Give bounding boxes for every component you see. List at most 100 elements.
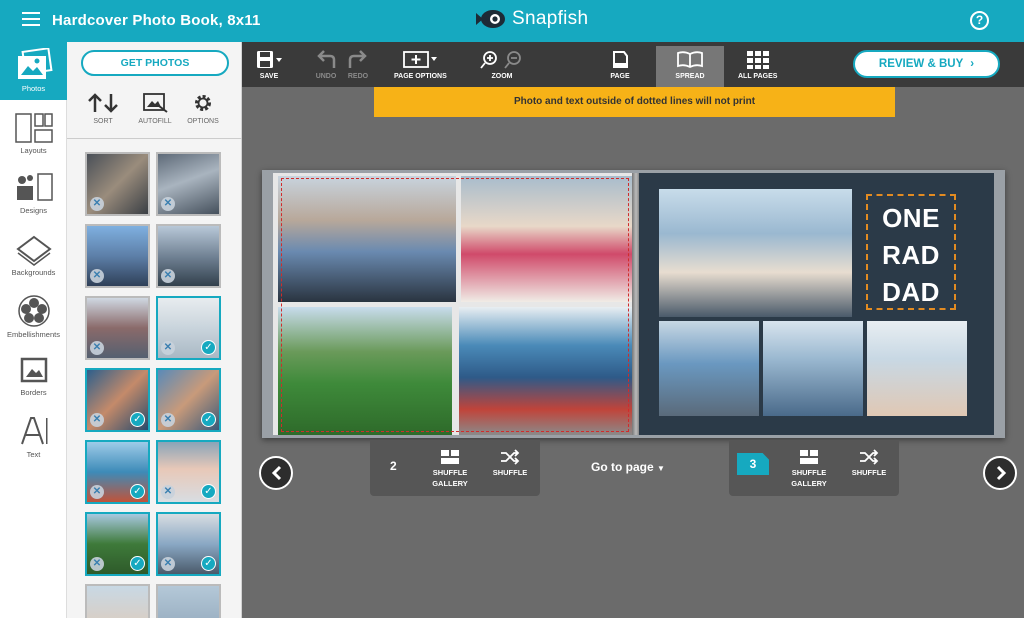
help-icon[interactable]: ? [970, 11, 989, 30]
photo-slot[interactable] [459, 307, 633, 435]
spread-label: SPREAD [675, 73, 705, 80]
photo-thumbnail[interactable]: ✕ ✓ [156, 512, 221, 576]
photo-slot[interactable] [659, 189, 852, 317]
backgrounds-icon [15, 235, 52, 266]
get-photos-button[interactable]: GET PHOTOS [81, 50, 229, 76]
nav-photos[interactable]: Photos [0, 42, 67, 100]
remove-photo-icon[interactable]: ✕ [161, 269, 175, 283]
photo-slot[interactable] [659, 321, 759, 416]
remove-photo-icon[interactable]: ✕ [161, 557, 175, 571]
tool-label: SORT [93, 118, 113, 125]
page-number-badge: 3 [737, 453, 769, 475]
gear-icon [195, 95, 211, 111]
photo-slot[interactable] [461, 176, 633, 302]
nav-layouts[interactable]: Layouts [0, 106, 67, 164]
page-view-icon [613, 51, 628, 68]
photo-thumbnail[interactable]: ✕ [156, 224, 221, 288]
nav-text[interactable]: Text [0, 408, 67, 466]
shuffle-gallery-button[interactable]: SHUFFLE GALLERY [426, 449, 474, 489]
remove-photo-icon[interactable]: ✕ [161, 413, 175, 427]
remove-photo-icon[interactable]: ✕ [90, 197, 104, 211]
spread-view-icon [677, 51, 703, 69]
nav-designs[interactable]: Designs [0, 166, 67, 224]
sort-tool[interactable]: SORT [77, 92, 129, 125]
photo-thumbnail[interactable]: ✕ [156, 152, 221, 216]
left-nav: Photos Layouts Designs Backgrounds Embel… [0, 42, 67, 618]
tool-label: AUTOFILL [138, 118, 172, 125]
photo-thumbnail[interactable] [85, 584, 150, 618]
photo-thumbnail[interactable]: ✕ ✓ [156, 368, 221, 432]
right-page-controls: 3 SHUFFLE GALLERY SHUFFLE [729, 441, 899, 496]
go-to-page-dropdown[interactable]: Go to page ▼ [591, 460, 665, 474]
page-options-label: PAGE OPTIONS [394, 73, 447, 80]
page-number: 2 [390, 459, 397, 473]
view-spread-button[interactable]: SPREAD [656, 46, 724, 87]
nav-label: Embellishments [7, 330, 60, 339]
next-page-button[interactable] [983, 456, 1017, 490]
zoom-control[interactable]: ZOOM [480, 50, 524, 80]
photo-thumbnail[interactable]: ✕ ✓ [85, 440, 150, 504]
autofill-tool[interactable]: AUTOFILL [129, 92, 181, 125]
shuffle-icon [860, 449, 879, 465]
nav-borders[interactable]: Borders [0, 350, 67, 408]
nav-backgrounds[interactable]: Backgrounds [0, 228, 67, 286]
photo-thumbnail[interactable]: ✕ ✓ [85, 368, 150, 432]
title-line: DAD [882, 277, 940, 307]
shuffle-button[interactable]: SHUFFLE [845, 449, 893, 478]
remove-photo-icon[interactable]: ✕ [161, 197, 175, 211]
photo-slot[interactable] [867, 321, 967, 416]
used-check-icon: ✓ [201, 556, 216, 571]
remove-photo-icon[interactable]: ✕ [90, 485, 104, 499]
remove-photo-icon[interactable]: ✕ [161, 341, 175, 355]
page-options-icon [403, 51, 438, 68]
nav-label: Designs [19, 206, 48, 215]
brand-logo: Snapfish [474, 8, 588, 30]
project-title: Hardcover Photo Book, 8x11 [52, 12, 261, 29]
left-page-controls: 2 SHUFFLE GALLERY SHUFFLE [370, 441, 540, 496]
photo-thumbnail[interactable]: ✕ ✓ [85, 512, 150, 576]
page-options-button[interactable]: PAGE OPTIONS [394, 50, 447, 80]
remove-photo-icon[interactable]: ✕ [90, 413, 104, 427]
nav-label: Layouts [20, 146, 47, 155]
nav-label: Borders [20, 388, 47, 397]
nav-embellishments[interactable]: Embellishments [0, 288, 67, 346]
photo-slot[interactable] [763, 321, 863, 416]
photo-thumbnail[interactable]: ✕ [85, 152, 150, 216]
remove-photo-icon[interactable]: ✕ [90, 557, 104, 571]
photo-slot[interactable] [278, 176, 456, 302]
editor-toolbar: SAVE UNDO REDO PAGE OPTIONS ZOOM PAGE SP… [242, 42, 1024, 87]
used-check-icon: ✓ [201, 412, 216, 427]
photo-thumbnail[interactable]: ✕ [85, 224, 150, 288]
remove-photo-icon[interactable]: ✕ [90, 269, 104, 283]
view-page-button[interactable]: PAGE [608, 50, 632, 80]
photo-thumbnail[interactable]: ✕ [85, 296, 150, 360]
chevron-right-icon [996, 465, 1007, 481]
remove-photo-icon[interactable]: ✕ [161, 485, 175, 499]
photo-slot[interactable] [278, 307, 452, 435]
used-check-icon: ✓ [130, 556, 145, 571]
redo-button[interactable]: REDO [346, 50, 370, 80]
hamburger-menu-icon[interactable] [22, 12, 40, 28]
remove-photo-icon[interactable]: ✕ [90, 341, 104, 355]
photo-thumbnail[interactable]: ✕ ✓ [156, 296, 221, 360]
save-button[interactable]: SAVE [254, 50, 284, 80]
photo-thumbnail[interactable] [156, 584, 221, 618]
shuffle-gallery-button[interactable]: SHUFFLE GALLERY [785, 449, 833, 489]
review-buy-label: REVIEW & BUY [878, 58, 964, 70]
review-buy-button[interactable]: REVIEW & BUY › [853, 50, 1000, 78]
page-label: PAGE [610, 73, 630, 80]
tool-label: OPTIONS [187, 118, 219, 125]
nav-label: Backgrounds [11, 268, 56, 277]
shuffle-icon [501, 449, 520, 465]
used-check-icon: ✓ [201, 484, 216, 499]
left-page[interactable] [273, 173, 633, 435]
previous-page-button[interactable] [259, 456, 293, 490]
photo-thumbnail[interactable]: ✕ ✓ [156, 440, 221, 504]
title-text[interactable]: ONE RAD DAD [866, 200, 956, 311]
designs-icon [16, 173, 53, 201]
undo-button[interactable]: UNDO [314, 50, 338, 80]
shuffle-button[interactable]: SHUFFLE [486, 449, 534, 478]
view-all-pages-button[interactable]: ALL PAGES [738, 50, 777, 80]
redo-label: REDO [347, 73, 369, 80]
options-tool[interactable]: OPTIONS [177, 92, 229, 125]
